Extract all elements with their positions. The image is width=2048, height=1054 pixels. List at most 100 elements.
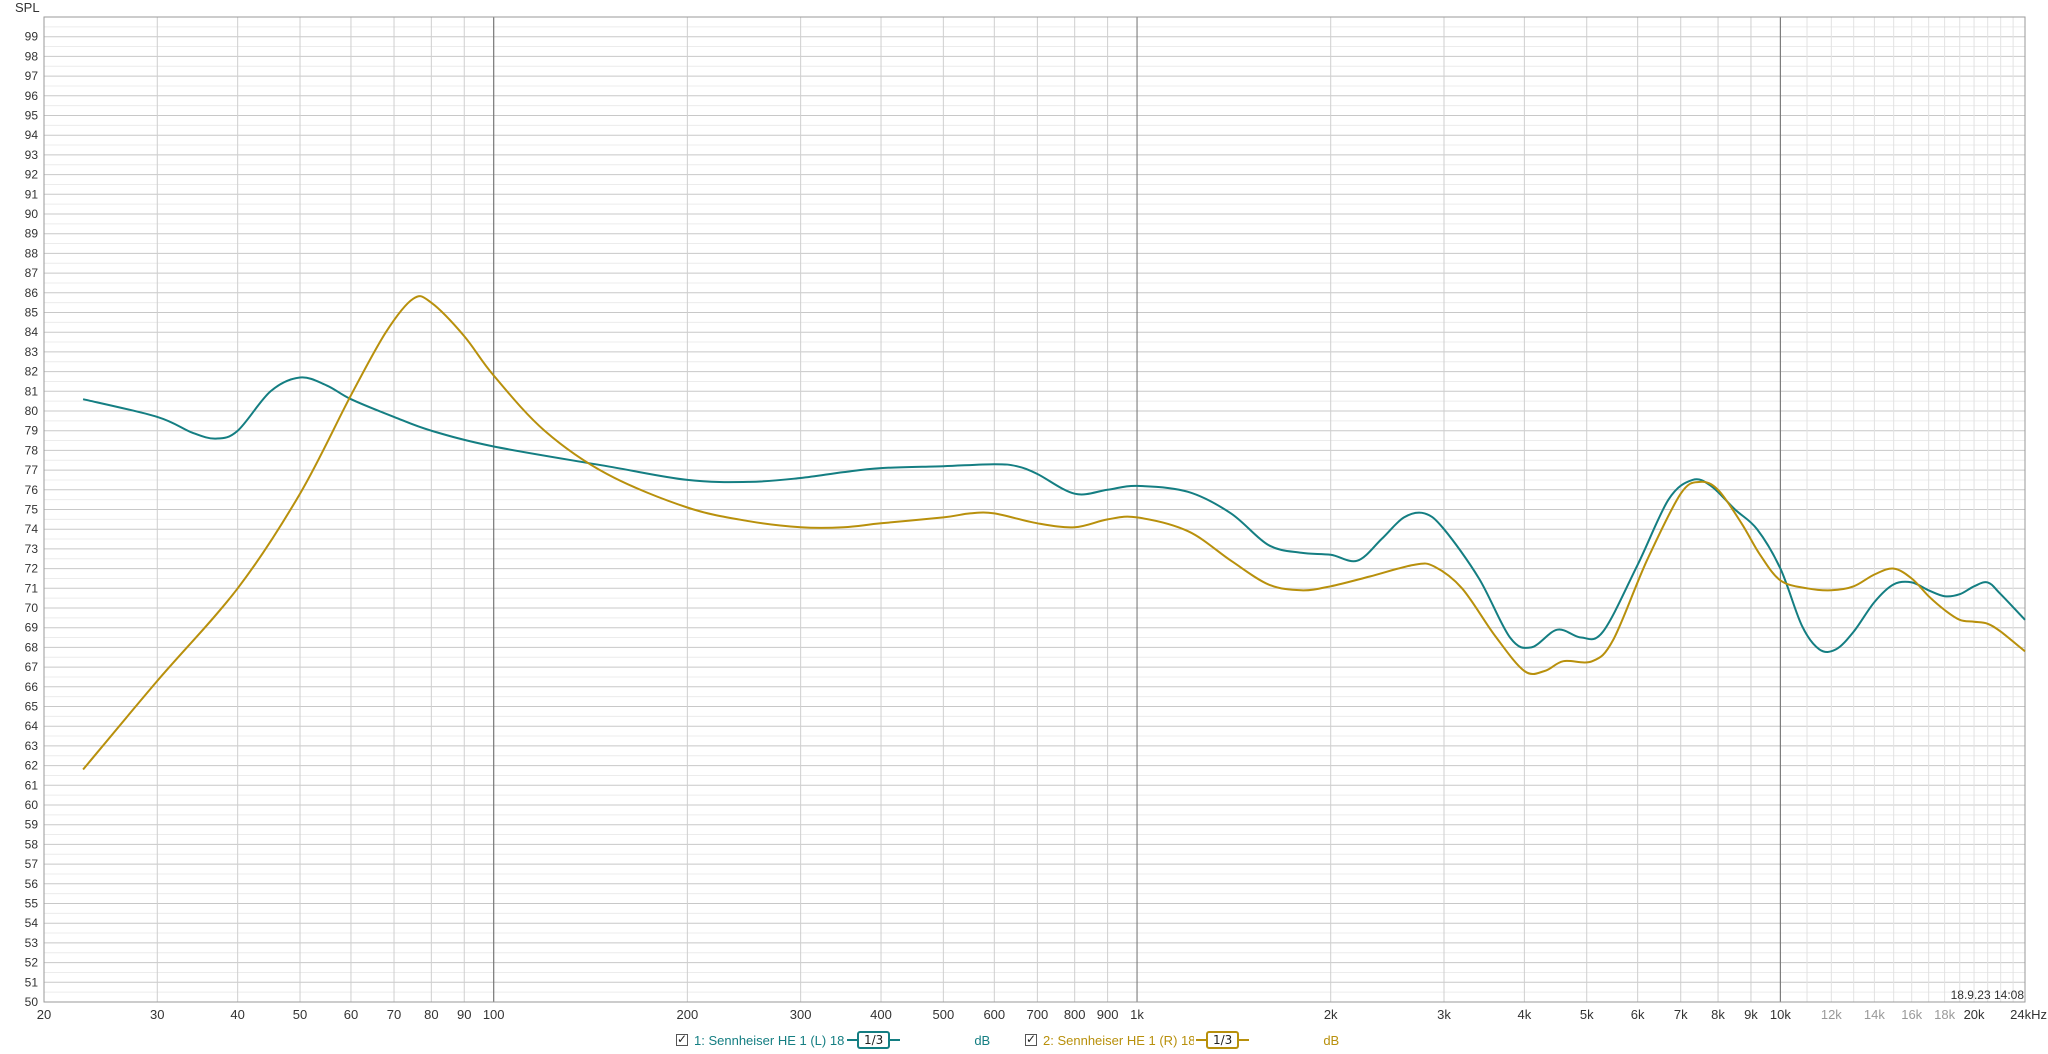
y-tick-label: 82 <box>25 365 39 379</box>
x-tick-label: 9k <box>1744 1007 1758 1022</box>
y-axis-label: SPL <box>15 0 40 15</box>
x-tick-label: 5k <box>1580 1007 1594 1022</box>
x-tick-label: 18k <box>1934 1007 1955 1022</box>
frequency-response-chart[interactable]: SPL 50 51 52 53 54 55 56 57 58 59 60 61 62 63 64 65 66 67… <box>0 0 2048 1054</box>
y-tick-label: 52 <box>25 956 39 970</box>
x-tick-label: 14k <box>1864 1007 1885 1022</box>
y-tick-label: 65 <box>25 700 39 714</box>
y-tick-label: 55 <box>25 897 39 911</box>
y-tick-label: 62 <box>25 759 39 773</box>
y-tick-label: 81 <box>25 384 39 398</box>
x-tick-label: 800 <box>1064 1007 1086 1022</box>
x-tick-label: 80 <box>424 1007 438 1022</box>
series-1-smoothing-button[interactable]: 1/3 <box>847 1031 901 1049</box>
x-tick-label: 12k <box>1821 1007 1842 1022</box>
y-tick-label: 59 <box>25 818 39 832</box>
y-tick-label: 95 <box>25 109 39 123</box>
y-tick-label: 68 <box>25 640 39 654</box>
x-tick-label: 40 <box>230 1007 244 1022</box>
x-tick-label: 10k <box>1770 1007 1791 1022</box>
series-2-smoothing-label: 1/3 <box>1206 1031 1240 1049</box>
series-1-name[interactable]: 1: Sennheiser HE 1 (L) 18.9 <box>694 1033 845 1048</box>
x-tick-label: 700 <box>1027 1007 1049 1022</box>
x-tick-label: 3k <box>1437 1007 1451 1022</box>
y-tick-label: 98 <box>25 49 39 63</box>
x-tick-label: 200 <box>677 1007 699 1022</box>
y-tick-label: 56 <box>25 877 39 891</box>
x-tick-label: 7k <box>1674 1007 1688 1022</box>
series-2-checkbox[interactable] <box>1025 1032 1037 1046</box>
y-tick-label: 69 <box>25 621 39 635</box>
series-1-unit: dB <box>974 1032 991 1048</box>
y-tick-label: 66 <box>25 680 39 694</box>
y-tick-label: 57 <box>25 857 39 871</box>
x-tick-label: 24kHz <box>2010 1007 2047 1022</box>
series-2-line-swatch-right <box>1239 1039 1250 1041</box>
y-tick-label: 88 <box>25 246 39 260</box>
x-tick-label: 16k <box>1901 1007 1922 1022</box>
y-tick-label: 83 <box>25 345 39 359</box>
y-tick-label: 90 <box>25 207 39 221</box>
x-tick-label: 20k <box>1964 1007 1985 1022</box>
series-1-line-swatch-right <box>890 1039 901 1041</box>
y-tick-label: 79 <box>25 424 39 438</box>
series-2-name[interactable]: 2: Sennheiser HE 1 (R) 18.9 <box>1043 1033 1194 1048</box>
x-tick-labels: 20 30 40 50 60 70 80 90 100 200 300 400 500 600 700 800… <box>37 1007 2047 1022</box>
y-tick-label: 85 <box>25 306 39 320</box>
x-tick-label: 6k <box>1631 1007 1645 1022</box>
series-1-line[interactable] <box>82 376 2026 653</box>
y-tick-label: 75 <box>25 503 39 517</box>
y-tick-label: 99 <box>25 30 39 44</box>
x-tick-label: 2k <box>1324 1007 1338 1022</box>
x-tick-label: 30 <box>150 1007 164 1022</box>
series-1-line-swatch <box>847 1039 857 1041</box>
y-tick-label: 84 <box>25 325 39 339</box>
x-tick-label: 4k <box>1518 1007 1532 1022</box>
x-tick-label: 60 <box>344 1007 358 1022</box>
x-tick-label: 70 <box>387 1007 401 1022</box>
series-2-line[interactable] <box>82 295 2026 771</box>
series-1-checkbox[interactable] <box>676 1032 688 1046</box>
y-tick-label: 64 <box>25 719 39 733</box>
y-tick-label: 91 <box>25 187 39 201</box>
legend-entry-series-1[interactable]: 1: Sennheiser HE 1 (L) 18.9 1/3 dB <box>676 1031 990 1049</box>
series-1-smoothing-label: 1/3 <box>857 1031 891 1049</box>
x-tick-label: 20 <box>37 1007 51 1022</box>
y-tick-label: 72 <box>25 562 39 576</box>
x-tick-label: 300 <box>790 1007 812 1022</box>
y-tick-label: 74 <box>25 522 39 536</box>
x-tick-label: 400 <box>870 1007 892 1022</box>
x-tick-label: 100 <box>483 1007 505 1022</box>
grid-lines <box>43 16 2026 1003</box>
x-tick-label: 8k <box>1711 1007 1725 1022</box>
y-tick-label: 78 <box>25 443 39 457</box>
series-2-line-swatch <box>1196 1039 1206 1041</box>
x-tick-label: 1k <box>1130 1007 1144 1022</box>
y-tick-label: 97 <box>25 69 39 83</box>
y-tick-label: 92 <box>25 168 39 182</box>
y-tick-label: 53 <box>25 936 39 950</box>
y-tick-labels: 5051525354555657585960616263646566676869… <box>25 30 39 1009</box>
y-tick-label: 76 <box>25 483 39 497</box>
series-2-smoothing-button[interactable]: 1/3 <box>1196 1031 1250 1049</box>
y-tick-label: 73 <box>25 542 39 556</box>
y-tick-label: 80 <box>25 404 39 418</box>
y-tick-label: 61 <box>25 778 39 792</box>
y-tick-label: 86 <box>25 286 39 300</box>
x-tick-label: 500 <box>933 1007 955 1022</box>
y-tick-label: 67 <box>25 660 39 674</box>
legend-entry-series-2[interactable]: 2: Sennheiser HE 1 (R) 18.9 1/3 dB <box>1025 1031 1339 1049</box>
series-2-unit: dB <box>1323 1032 1340 1048</box>
y-tick-label: 77 <box>25 463 39 477</box>
y-tick-label: 54 <box>25 916 39 930</box>
x-tick-label: 900 <box>1097 1007 1119 1022</box>
timestamp-label: 18.9.23 14:08 <box>1951 988 2025 1002</box>
y-tick-label: 87 <box>25 266 39 280</box>
series-lines[interactable] <box>82 295 2026 771</box>
y-tick-label: 71 <box>25 581 39 595</box>
x-tick-label: 50 <box>293 1007 307 1022</box>
y-tick-label: 60 <box>25 798 39 812</box>
y-tick-label: 94 <box>25 128 39 142</box>
y-tick-label: 93 <box>25 148 39 162</box>
y-tick-label: 51 <box>25 975 39 989</box>
